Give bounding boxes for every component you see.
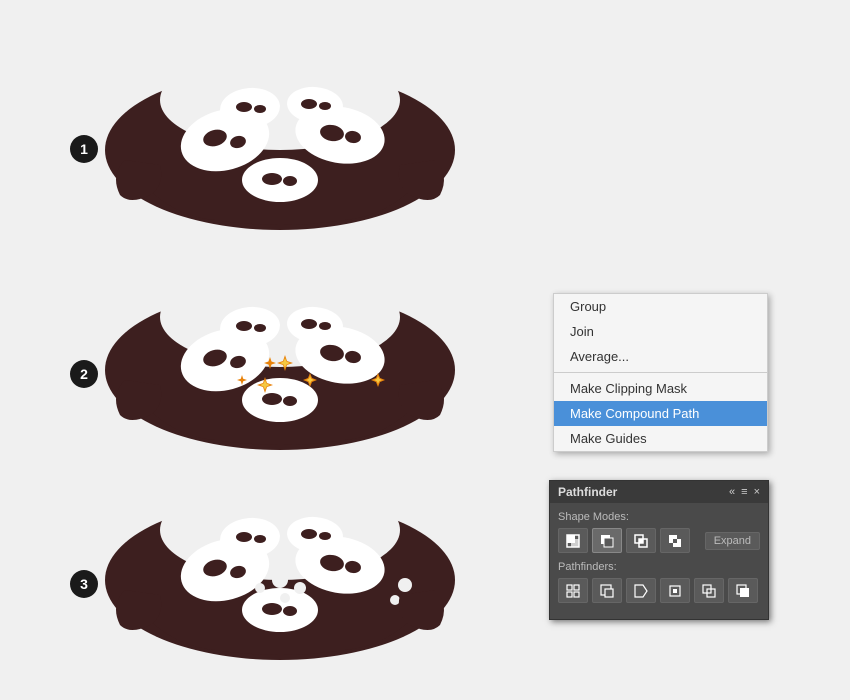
pathfinder-outline[interactable] [694,578,724,603]
pathfinder-trim[interactable] [592,578,622,603]
pizza-svg-3 [70,470,490,665]
pathfinder-panel: Pathfinder « ≡ × Shape Modes: [549,480,769,620]
pathfinder-collapse-button[interactable]: « [729,486,735,498]
pathfinder-merge[interactable] [626,578,656,603]
step2-number: 2 [70,360,98,388]
shape-mode-unite[interactable] [558,528,588,553]
pizza-svg-2 [70,255,490,460]
step2-pizza: 2 [70,255,490,465]
shape-mode-intersect[interactable] [626,528,656,553]
step1-pizza: 1 [70,40,490,240]
pathfinder-crop[interactable] [660,578,690,603]
step1-number: 1 [70,135,98,163]
shape-modes-label: Shape Modes: [558,511,760,523]
step3-number: 3 [70,570,98,598]
pizza-svg-1 [70,40,490,235]
context-menu-average[interactable]: Average... [554,344,767,369]
pathfinder-buttons [558,578,760,603]
pathfinders-label: Pathfinders: [558,561,760,573]
pathfinder-title: Pathfinder [558,485,617,499]
pathfinder-title-bar: Pathfinder « ≡ × [550,481,768,503]
pathfinder-minus-back[interactable] [728,578,758,603]
pathfinder-menu-button[interactable]: ≡ [741,486,747,498]
pathfinder-controls: « ≡ × [729,486,760,498]
shape-mode-minus-front[interactable] [592,528,622,553]
step3-pizza: 3 [70,470,490,670]
context-menu-join[interactable]: Join [554,319,767,344]
context-menu-separator [554,372,767,373]
pathfinder-divide[interactable] [558,578,588,603]
pathfinder-close-button[interactable]: × [754,486,760,498]
expand-button[interactable]: Expand [705,532,760,550]
shape-mode-exclude[interactable] [660,528,690,553]
shape-mode-buttons: Expand [558,528,760,553]
context-menu-clipping-mask[interactable]: Make Clipping Mask [554,376,767,401]
pathfinder-body: Shape Modes: [550,503,768,619]
context-menu: Group Join Average... Make Clipping Mask… [553,293,768,452]
context-menu-group[interactable]: Group [554,294,767,319]
context-menu-guides[interactable]: Make Guides [554,426,767,451]
context-menu-compound-path[interactable]: Make Compound Path [554,401,767,426]
